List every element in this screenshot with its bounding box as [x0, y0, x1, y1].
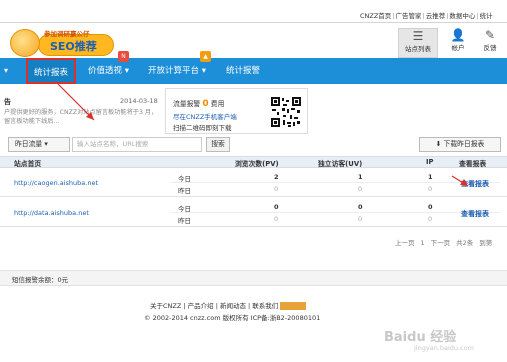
- goto-page[interactable]: 到第: [479, 239, 492, 247]
- pv-yesterday: 0: [274, 185, 279, 193]
- pv-today: 2: [274, 173, 279, 181]
- qr-code-icon: [270, 96, 302, 128]
- logo-banner[interactable]: 参加调研赢公仔 SEO推荐: [8, 26, 114, 58]
- top-link-stats[interactable]: 统计: [480, 12, 493, 20]
- yesterday-label: 昨日: [178, 187, 191, 195]
- pv-today: 0: [274, 203, 279, 211]
- notice-date: 2014-03-18: [120, 97, 158, 105]
- main-nav: ▾ 统计报表 价值透视 ▾ 开放计算平台 ▾ 统计报警: [0, 58, 507, 84]
- col-site: 站点首页: [14, 160, 42, 168]
- col-report: 查看报表: [459, 160, 487, 168]
- sms-balance-bar: 短信报警余额：0元: [0, 270, 507, 286]
- user-icon: 👤: [450, 28, 466, 42]
- mobile-client-link[interactable]: 尽在CNZZ手机客户端: [173, 111, 237, 121]
- feedback-button[interactable]: ✎ 反馈: [474, 28, 506, 52]
- notice-title[interactable]: 告: [4, 97, 11, 107]
- list-icon: ☰: [412, 29, 424, 43]
- col-uv[interactable]: 独立访客(UV): [318, 158, 362, 168]
- table-row: http://data.aishuba.net 今日 0 0 0 昨日 0 0 …: [0, 198, 507, 227]
- logo-tagline: 参加调研赢公仔: [44, 30, 90, 38]
- alert-fee-count: 0: [202, 99, 209, 109]
- site-url[interactable]: http://data.aishuba.net: [14, 209, 89, 217]
- scan-download-text: 扫描二维码即刻下载: [173, 124, 232, 132]
- search-button[interactable]: 搜索: [206, 137, 230, 152]
- toolbar: 昨日流量 ▾ 输入站点名称，URL搜索 搜索 ⬇ 下载昨日报表: [0, 135, 507, 155]
- top-link-cnzz[interactable]: CNZZ首页: [360, 12, 391, 20]
- footer-links[interactable]: 关于CNZZ | 产品介绍 | 新闻动态 | 联系我们: [150, 300, 307, 310]
- site-list-button[interactable]: ☰ 站点列表: [398, 28, 438, 58]
- feedback-label: 反馈: [483, 44, 497, 52]
- nav-stats-alert[interactable]: 统计报警: [226, 58, 260, 84]
- page-number[interactable]: 1: [421, 239, 425, 247]
- site-url[interactable]: http://caogen.aishuba.net: [14, 179, 98, 187]
- nav-stats-report[interactable]: 统计报表: [26, 58, 77, 84]
- ip-yesterday: 0: [428, 185, 433, 193]
- today-label: 今日: [178, 175, 191, 183]
- new-badge: N: [118, 51, 129, 62]
- view-report-link[interactable]: 查看报表: [461, 209, 489, 219]
- watermark: Baidu 经验 jingyan.baidu.com: [384, 326, 502, 356]
- ip-today: 1: [428, 173, 433, 181]
- top-link-recommend[interactable]: 云推荐: [426, 12, 446, 20]
- account-button[interactable]: 👤 帐户: [442, 28, 474, 52]
- feedback-icon: ✎: [484, 28, 496, 42]
- logo-title: SEO推荐: [50, 40, 97, 53]
- table-header: 站点首页 浏览次数(PV) 独立访客(UV) IP 查看报表: [0, 156, 507, 168]
- table-row: http://caogen.aishuba.net 今日 2 1 1 昨日 0 …: [0, 168, 507, 197]
- next-page-link[interactable]: 下一页: [431, 239, 451, 247]
- top-links: CNZZ首页|广告管家|云推荐|数据中心|统计: [360, 12, 493, 20]
- mascot-icon: [10, 29, 40, 57]
- watermark-url: jingyan.baidu.com: [414, 344, 474, 352]
- pagination: 上一页 1 下一页 共2条 到第: [395, 237, 498, 247]
- sms-balance-text: 短信报警余额：0元: [12, 276, 69, 284]
- uv-yesterday: 0: [358, 215, 363, 223]
- row-divider: [170, 212, 500, 213]
- header-divider: [0, 22, 507, 23]
- cert-badge-icon[interactable]: [280, 302, 307, 310]
- uv-today: 0: [358, 203, 363, 211]
- alert-fee-suffix: 费用: [210, 100, 225, 108]
- uv-yesterday: 0: [358, 185, 363, 193]
- account-label: 帐户: [451, 44, 465, 52]
- prev-page-link[interactable]: 上一页: [395, 239, 415, 247]
- notice-text: 户提供更好的服务，CNZZ对站点留言板功能将于3 月，留言板功能下线后...: [4, 109, 158, 125]
- hot-badge: ▲: [200, 51, 211, 62]
- alert-fee-prefix: 流量报警: [173, 100, 201, 108]
- row-divider: [170, 182, 500, 183]
- chevron-down-icon[interactable]: ▾: [4, 58, 8, 84]
- top-link-ad[interactable]: 广告管家: [396, 12, 422, 20]
- notice-panel: 告 2014-03-18 户提供更好的服务，CNZZ对站点留言板功能将于3 月，…: [0, 90, 162, 132]
- app-download-panel: 流量报警 0 费用 尽在CNZZ手机客户端 扫描二维码即刻下载: [165, 88, 308, 134]
- site-list-label: 站点列表: [405, 45, 431, 53]
- ip-today: 0: [428, 203, 433, 211]
- pv-yesterday: 0: [274, 215, 279, 223]
- ip-yesterday: 0: [428, 215, 433, 223]
- total-count: 共2条: [456, 239, 474, 247]
- top-link-data[interactable]: 数据中心: [449, 12, 475, 20]
- copyright: © 2002-2014 cnzz.com 版权所有 ICP备:浙B2-20080…: [144, 314, 321, 322]
- footer-link-text[interactable]: 关于CNZZ | 产品介绍 | 新闻动态 | 联系我们: [150, 302, 278, 310]
- today-label: 今日: [178, 205, 191, 213]
- nav-open-platform[interactable]: 开放计算平台 ▾: [148, 58, 206, 84]
- alert-fee-text: 流量报警 0 费用: [173, 98, 224, 109]
- yesterday-label: 昨日: [178, 217, 191, 225]
- uv-today: 1: [358, 173, 363, 181]
- watermark-logo: Baidu 经验: [384, 330, 457, 345]
- site-search-input[interactable]: 输入站点名称，URL搜索: [72, 137, 202, 152]
- period-select[interactable]: 昨日流量 ▾: [8, 137, 70, 152]
- col-pv[interactable]: 浏览次数(PV): [235, 158, 279, 168]
- download-report-button[interactable]: ⬇ 下载昨日报表: [419, 137, 501, 152]
- view-report-link[interactable]: 查看报表: [461, 179, 489, 189]
- col-ip[interactable]: IP: [426, 158, 434, 166]
